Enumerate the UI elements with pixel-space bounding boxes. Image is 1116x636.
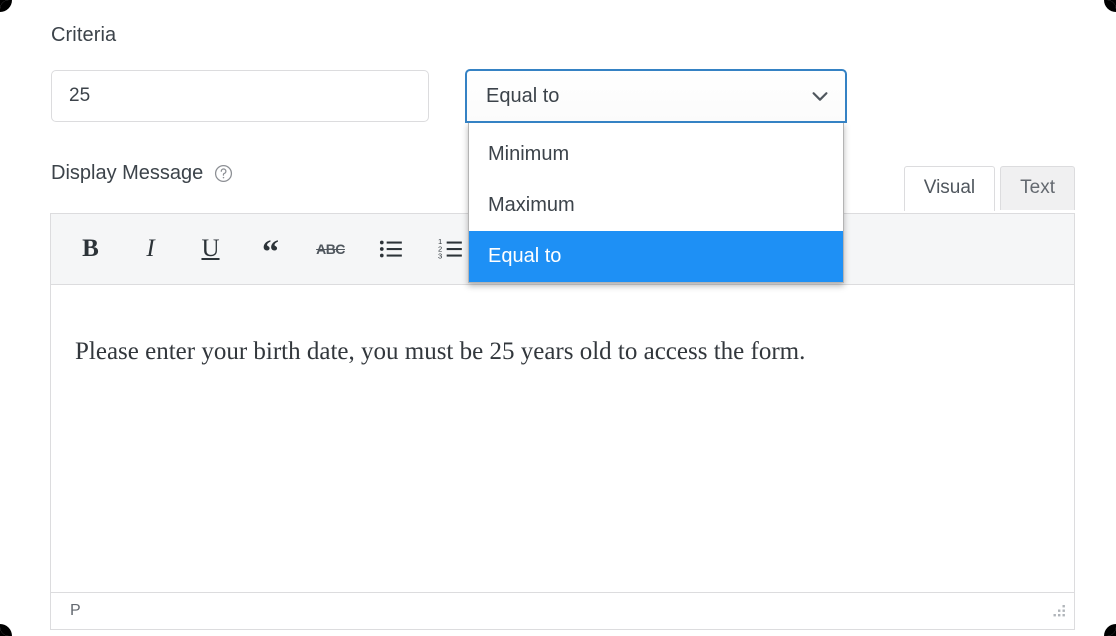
editor-content-area[interactable]: Please enter your birth date, you must b… <box>51 285 1074 592</box>
window-corner-top-right <box>1104 0 1116 12</box>
chevron-down-icon <box>809 85 831 107</box>
strikethrough-icon[interactable]: ABC <box>313 232 348 267</box>
tab-visual[interactable]: Visual <box>903 166 996 211</box>
italic-icon[interactable]: I <box>133 232 168 267</box>
criteria-value-input[interactable] <box>51 70 429 122</box>
editor-mode-tabs[interactable]: Visual Text <box>903 166 1075 211</box>
window-corner-bottom-right <box>1104 624 1116 636</box>
blockquote-icon[interactable]: “ <box>253 228 288 271</box>
window-corner-bottom-left <box>0 624 12 636</box>
tab-text[interactable]: Text <box>1000 166 1075 210</box>
criteria-comparison-select[interactable]: Equal to <box>465 69 847 123</box>
window-corner-top-left <box>0 0 12 12</box>
page-root: Criteria Equal to Minimum Maximum Equal … <box>0 0 1116 636</box>
bold-icon[interactable]: B <box>73 232 108 267</box>
help-circle-icon[interactable] <box>214 164 233 183</box>
underline-icon[interactable]: U <box>193 232 228 267</box>
display-message-label-row: Display Message <box>51 162 233 185</box>
ordered-list-icon[interactable]: 1 2 3 <box>433 232 468 267</box>
option-maximum[interactable]: Maximum <box>469 180 843 231</box>
editor-paragraph: Please enter your birth date, you must b… <box>75 338 806 365</box>
resize-grip-icon[interactable] <box>1049 602 1067 620</box>
unordered-list-icon[interactable] <box>373 232 408 267</box>
svg-text:3: 3 <box>438 252 442 261</box>
editor-status-bar: P <box>51 592 1074 629</box>
criteria-comparison-selected-value: Equal to <box>486 84 560 107</box>
criteria-label: Criteria <box>51 24 117 46</box>
option-equal-to[interactable]: Equal to <box>469 231 843 282</box>
option-minimum[interactable]: Minimum <box>469 129 843 180</box>
display-message-label: Display Message <box>51 162 204 184</box>
criteria-comparison-option-list[interactable]: Minimum Maximum Equal to <box>468 122 844 283</box>
element-path-indicator[interactable]: P <box>70 602 81 620</box>
